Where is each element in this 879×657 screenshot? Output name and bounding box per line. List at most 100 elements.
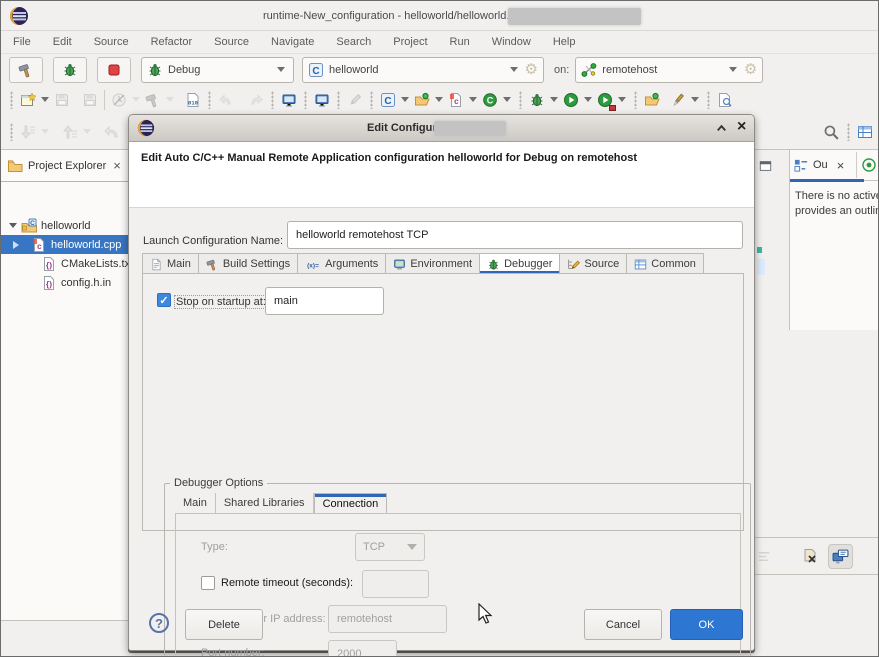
new-class-button[interactable] <box>480 90 500 110</box>
stop-button[interactable] <box>97 57 131 83</box>
run-button[interactable] <box>561 90 581 110</box>
ok-button[interactable]: OK <box>670 609 743 640</box>
undo-button[interactable] <box>216 90 236 110</box>
gear-icon[interactable]: ⚙ <box>744 62 757 77</box>
mark-occurrences-button[interactable] <box>345 90 365 110</box>
chevron-down-icon[interactable] <box>729 67 737 76</box>
profile-button[interactable] <box>595 90 615 110</box>
chevron-down-icon[interactable] <box>469 97 477 106</box>
project-explorer-tab[interactable]: Project Explorer × <box>1 150 136 182</box>
open-perspective-button[interactable] <box>855 122 875 142</box>
new-c-file-button[interactable] <box>446 90 466 110</box>
toolbar-drag-handle[interactable] <box>10 91 13 109</box>
close-icon[interactable]: × <box>837 158 845 173</box>
stop-on-startup-checkbox[interactable]: ✓ <box>157 293 171 307</box>
open-terminal-button[interactable] <box>312 90 332 110</box>
coverage-tab[interactable] <box>861 157 877 173</box>
config-name-input[interactable] <box>287 221 743 249</box>
tree-item-project[interactable]: helloworld <box>1 216 136 235</box>
outline-tab[interactable]: Ou × <box>794 158 852 173</box>
toolbar-drag-handle[interactable] <box>370 91 373 109</box>
menu-source-2[interactable]: Source <box>214 36 249 48</box>
previous-annotation-button[interactable] <box>60 122 80 142</box>
build-button[interactable] <box>9 57 43 83</box>
chevron-down-icon[interactable] <box>691 97 699 106</box>
debug-toolbar-button[interactable] <box>527 90 547 110</box>
debug-button[interactable] <box>53 57 87 83</box>
chevron-down-icon[interactable] <box>277 67 285 76</box>
search-source-button[interactable] <box>715 90 735 110</box>
help-button[interactable]: ? <box>149 613 169 633</box>
toolbar-drag-handle[interactable] <box>271 91 274 109</box>
expander-open-icon[interactable] <box>9 223 17 232</box>
display-console-button[interactable] <box>828 544 853 569</box>
menu-navigate[interactable]: Navigate <box>271 36 314 48</box>
redo-button[interactable] <box>246 90 266 110</box>
word-wrap-button[interactable] <box>755 547 774 566</box>
new-c-folder-button[interactable] <box>412 90 432 110</box>
toolbar-drag-handle[interactable] <box>337 91 340 109</box>
open-element-button[interactable] <box>642 90 662 110</box>
tree-item-file[interactable]: config.h.in <box>1 273 136 292</box>
tab-main[interactable]: Main <box>142 253 199 274</box>
tree-item-file-selected[interactable]: helloworld.cpp <box>1 235 136 254</box>
chevron-down-icon[interactable] <box>401 97 409 106</box>
dialog-titlebar[interactable]: Edit Configuration × <box>129 115 754 142</box>
remove-launch-button[interactable] <box>800 546 820 566</box>
chevron-down-icon[interactable] <box>618 97 626 106</box>
new-c-project-button[interactable] <box>378 90 398 110</box>
inner-tab-shared-libraries[interactable]: Shared Libraries <box>216 493 314 513</box>
connection-combo[interactable]: remotehost ⚙ <box>575 57 763 83</box>
delete-button[interactable]: Delete <box>185 609 263 640</box>
search-button[interactable] <box>821 122 842 143</box>
toolbar-drag-handle[interactable] <box>847 123 850 141</box>
next-annotation-button[interactable] <box>18 122 38 142</box>
toolbar-drag-handle[interactable] <box>304 91 307 109</box>
gear-icon[interactable]: ⚙ <box>525 62 538 77</box>
cancel-button[interactable]: Cancel <box>584 609 662 640</box>
chevron-down-icon[interactable] <box>510 67 518 76</box>
new-wizard-button[interactable] <box>18 90 38 110</box>
menu-edit[interactable]: Edit <box>53 36 72 48</box>
menu-search[interactable]: Search <box>336 36 371 48</box>
stop-on-startup-input[interactable] <box>265 287 384 315</box>
menu-help[interactable]: Help <box>553 36 576 48</box>
tab-environment[interactable]: Environment <box>386 253 480 274</box>
toolbar-drag-handle[interactable] <box>208 91 211 109</box>
skip-breakpoints-button[interactable] <box>109 90 129 110</box>
toolbar-drag-handle[interactable] <box>634 91 637 109</box>
collapse-button[interactable] <box>714 121 729 136</box>
expander-closed-icon[interactable] <box>13 241 23 249</box>
chevron-down-icon[interactable] <box>435 97 443 106</box>
tab-arguments[interactable]: Arguments <box>298 253 386 274</box>
toolbar-drag-handle[interactable] <box>519 91 522 109</box>
menu-source[interactable]: Source <box>94 36 129 48</box>
menu-window[interactable]: Window <box>492 36 531 48</box>
launch-config-combo[interactable]: helloworld ⚙ <box>302 57 544 83</box>
remote-timeout-checkbox[interactable] <box>201 576 215 590</box>
inner-tab-main[interactable]: Main <box>175 493 216 513</box>
tab-common[interactable]: Common <box>627 253 704 274</box>
chevron-down-icon[interactable] <box>41 97 49 106</box>
launch-mode-combo[interactable]: Debug <box>141 57 294 83</box>
menu-file[interactable]: File <box>13 36 31 48</box>
last-tool-button[interactable] <box>668 90 688 110</box>
last-edit-location-button[interactable] <box>102 122 122 142</box>
menu-project[interactable]: Project <box>393 36 427 48</box>
menu-refactor[interactable]: Refactor <box>151 36 193 48</box>
tab-source[interactable]: Source <box>560 253 627 274</box>
close-button[interactable]: × <box>737 118 746 136</box>
toolbar-drag-handle[interactable] <box>10 123 13 141</box>
inner-tab-connection[interactable]: Connection <box>314 493 388 513</box>
tree-item-file[interactable]: CMakeLists.txt <box>1 254 136 273</box>
tab-build-settings[interactable]: Build Settings <box>199 253 298 274</box>
open-console-button[interactable] <box>279 90 299 110</box>
save-button[interactable] <box>52 90 72 110</box>
tab-debugger[interactable]: Debugger <box>480 253 560 274</box>
chevron-down-icon[interactable] <box>550 97 558 106</box>
chevron-down-icon[interactable] <box>503 97 511 106</box>
chevron-down-icon[interactable] <box>584 97 592 106</box>
toolbar-drag-handle[interactable] <box>707 91 710 109</box>
restore-view-button[interactable] <box>758 159 773 173</box>
save-all-button[interactable] <box>80 90 100 110</box>
